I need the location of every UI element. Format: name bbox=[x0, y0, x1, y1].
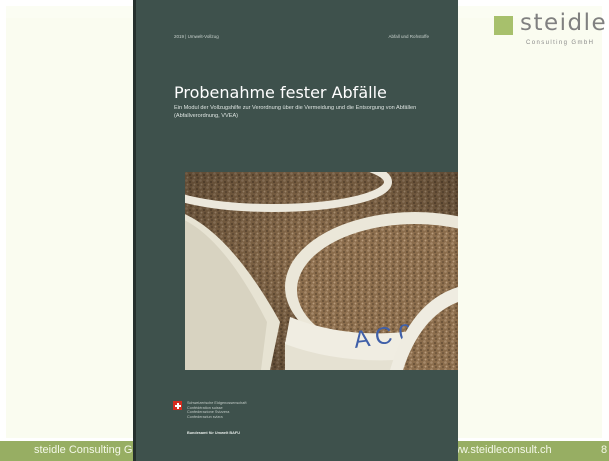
presentation-slide: steidle Consulting GmbH steidle Consulti… bbox=[0, 0, 609, 461]
cover-spine bbox=[133, 0, 136, 461]
confederation-line-de: Schweizerische Eidgenossenschaft bbox=[187, 401, 247, 405]
confederation-names: Schweizerische Eidgenossenschaft Confédé… bbox=[187, 401, 247, 420]
footer-page-number: 8 bbox=[601, 444, 608, 456]
logo-square-icon bbox=[494, 16, 513, 35]
cover-title: Probenahme fester Abfälle bbox=[174, 83, 387, 102]
federal-office-name: Bundesamt für Umwelt BAFU bbox=[187, 431, 240, 435]
swiss-flag-icon bbox=[173, 401, 182, 410]
cover-series: 2019 | Umwelt-Vollzug bbox=[174, 34, 219, 39]
logo-name: steidle bbox=[520, 10, 608, 36]
soil-sample-cups-image: A C 0 bbox=[185, 172, 458, 370]
logo-subtitle: Consulting GmbH bbox=[526, 40, 595, 46]
cover-subtitle: Ein Modul der Vollzugshilfe zur Verordnu… bbox=[174, 105, 417, 119]
cover-category: Abfall und Rohstoffe bbox=[388, 34, 429, 39]
steidle-logo: steidle Consulting GmbH bbox=[465, 10, 606, 54]
footer-website: ww.steidleconsult.ch bbox=[452, 444, 552, 456]
publication-cover: 2019 | Umwelt-Vollzug Abfall und Rohstof… bbox=[133, 0, 458, 461]
confederation-line-rm: Confederaziun svizra bbox=[187, 415, 223, 420]
cover-photo: A C 0 bbox=[185, 172, 458, 370]
